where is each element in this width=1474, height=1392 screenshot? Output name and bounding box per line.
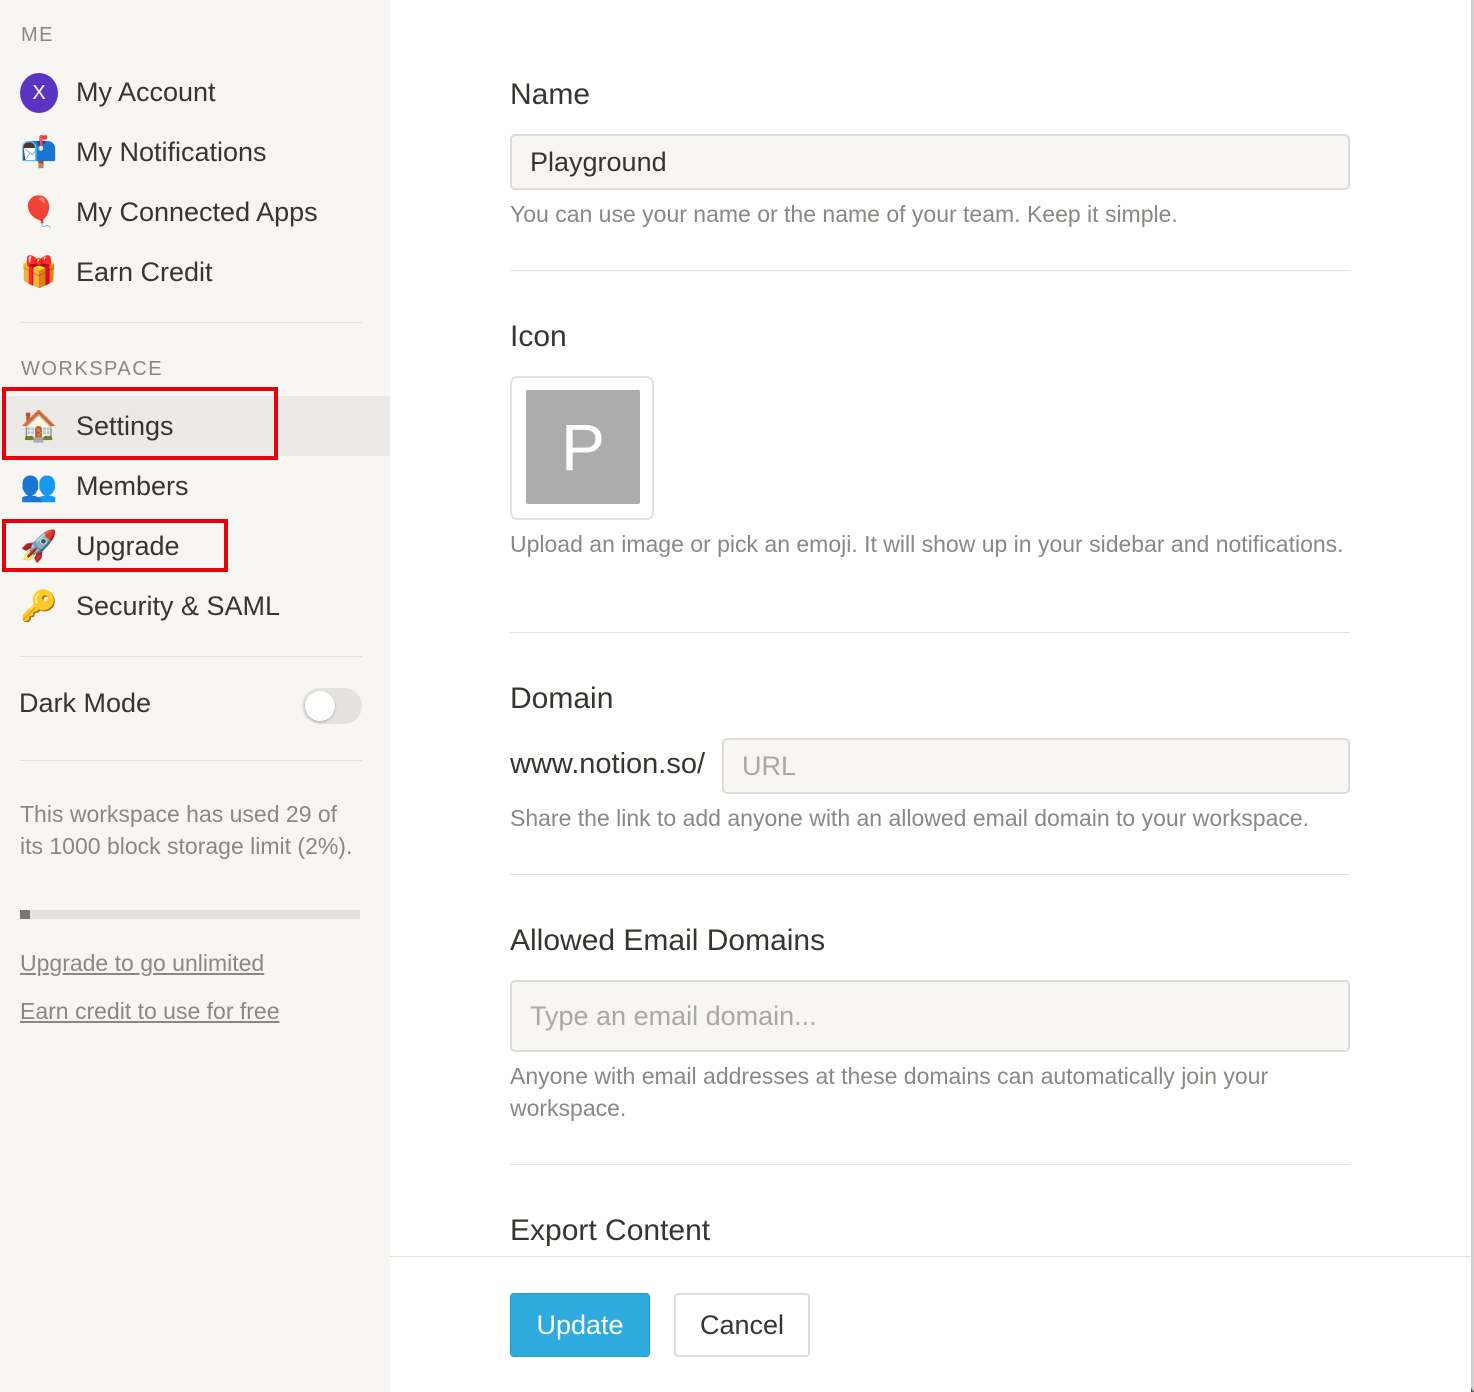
sidebar-item-security-saml[interactable]: 🔑 Security & SAML bbox=[0, 576, 390, 636]
workspace-name-input[interactable] bbox=[510, 134, 1350, 190]
workspace-icon-picker[interactable]: P bbox=[510, 376, 654, 520]
rocket-icon: 🚀 bbox=[20, 530, 58, 563]
workspace-icon-letter: P bbox=[526, 390, 640, 504]
sidebar-item-label: Earn Credit bbox=[76, 256, 213, 287]
section-divider bbox=[510, 1164, 1350, 1165]
sidebar-divider bbox=[19, 760, 362, 761]
avatar-letter: X bbox=[20, 73, 58, 113]
sidebar-item-upgrade[interactable]: 🚀 Upgrade bbox=[0, 516, 390, 576]
key-icon: 🔑 bbox=[20, 590, 58, 623]
settings-window: ME X My Account 📬 My Notifications 🎈 My … bbox=[0, 0, 1474, 1392]
house-icon: 🏠 bbox=[20, 410, 58, 443]
sidebar-item-my-connected-apps[interactable]: 🎈 My Connected Apps bbox=[0, 182, 390, 242]
name-heading: Name bbox=[510, 78, 591, 111]
footer-actions: Update Cancel bbox=[390, 1256, 1471, 1392]
sidebar-item-settings[interactable]: 🏠 Settings bbox=[0, 396, 390, 456]
storage-usage-text: This workspace has used 29 of its 1000 b… bbox=[20, 801, 353, 859]
gift-icon: 🎁 bbox=[20, 256, 58, 289]
sidebar: ME X My Account 📬 My Notifications 🎈 My … bbox=[0, 0, 390, 1392]
section-divider bbox=[510, 874, 1350, 875]
section-divider bbox=[510, 270, 1350, 271]
allowed-domains-help-text: Anyone with email addresses at these dom… bbox=[510, 1063, 1269, 1121]
sidebar-item-label: Members bbox=[76, 470, 189, 501]
sidebar-item-earn-credit[interactable]: 🎁 Earn Credit bbox=[0, 242, 390, 302]
sidebar-item-label: Upgrade bbox=[76, 530, 180, 561]
balloon-icon: 🎈 bbox=[20, 196, 58, 229]
domain-url-input[interactable] bbox=[722, 738, 1350, 794]
sidebar-divider bbox=[19, 656, 362, 657]
settings-content: Name You can use your name or the name o… bbox=[390, 0, 1471, 1392]
section-label-me: ME bbox=[21, 24, 54, 46]
earn-credit-link[interactable]: Earn credit to use for free bbox=[20, 998, 280, 1025]
sidebar-item-label: My Notifications bbox=[76, 136, 267, 167]
dark-mode-label: Dark Mode bbox=[19, 688, 152, 718]
icon-heading: Icon bbox=[510, 320, 567, 353]
cancel-button[interactable]: Cancel bbox=[674, 1293, 810, 1357]
sidebar-item-label: Security & SAML bbox=[76, 590, 281, 621]
sidebar-item-label: My Connected Apps bbox=[76, 196, 318, 227]
export-content-heading: Export Content bbox=[510, 1214, 711, 1247]
sidebar-item-my-notifications[interactable]: 📬 My Notifications bbox=[0, 122, 390, 182]
domain-help-text: Share the link to add anyone with an all… bbox=[510, 805, 1310, 831]
sidebar-item-members[interactable]: 👥 Members bbox=[0, 456, 390, 516]
update-button[interactable]: Update bbox=[510, 1293, 650, 1357]
sidebar-item-my-account[interactable]: X My Account bbox=[0, 62, 390, 122]
toggle-knob bbox=[305, 691, 335, 721]
icon-help-text: Upload an image or pick an emoji. It wil… bbox=[510, 531, 1344, 557]
avatar: X bbox=[20, 73, 58, 113]
domain-prefix: www.notion.so/ bbox=[510, 748, 706, 780]
mailbox-icon: 📬 bbox=[20, 136, 58, 169]
domain-heading: Domain bbox=[510, 682, 614, 715]
storage-progress-fill bbox=[20, 910, 30, 919]
section-divider bbox=[510, 632, 1350, 633]
sidebar-divider bbox=[19, 322, 362, 323]
members-icon: 👥 bbox=[20, 470, 58, 503]
sidebar-item-label: Settings bbox=[76, 410, 174, 441]
storage-progress-bar bbox=[20, 910, 360, 919]
upgrade-link[interactable]: Upgrade to go unlimited bbox=[20, 950, 264, 977]
section-label-workspace: WORKSPACE bbox=[21, 358, 164, 380]
email-domain-input[interactable] bbox=[510, 980, 1350, 1052]
allowed-email-domains-heading: Allowed Email Domains bbox=[510, 924, 826, 957]
sidebar-item-label: My Account bbox=[76, 76, 216, 107]
dark-mode-toggle[interactable] bbox=[302, 688, 362, 724]
name-help-text: You can use your name or the name of you… bbox=[510, 201, 1178, 227]
